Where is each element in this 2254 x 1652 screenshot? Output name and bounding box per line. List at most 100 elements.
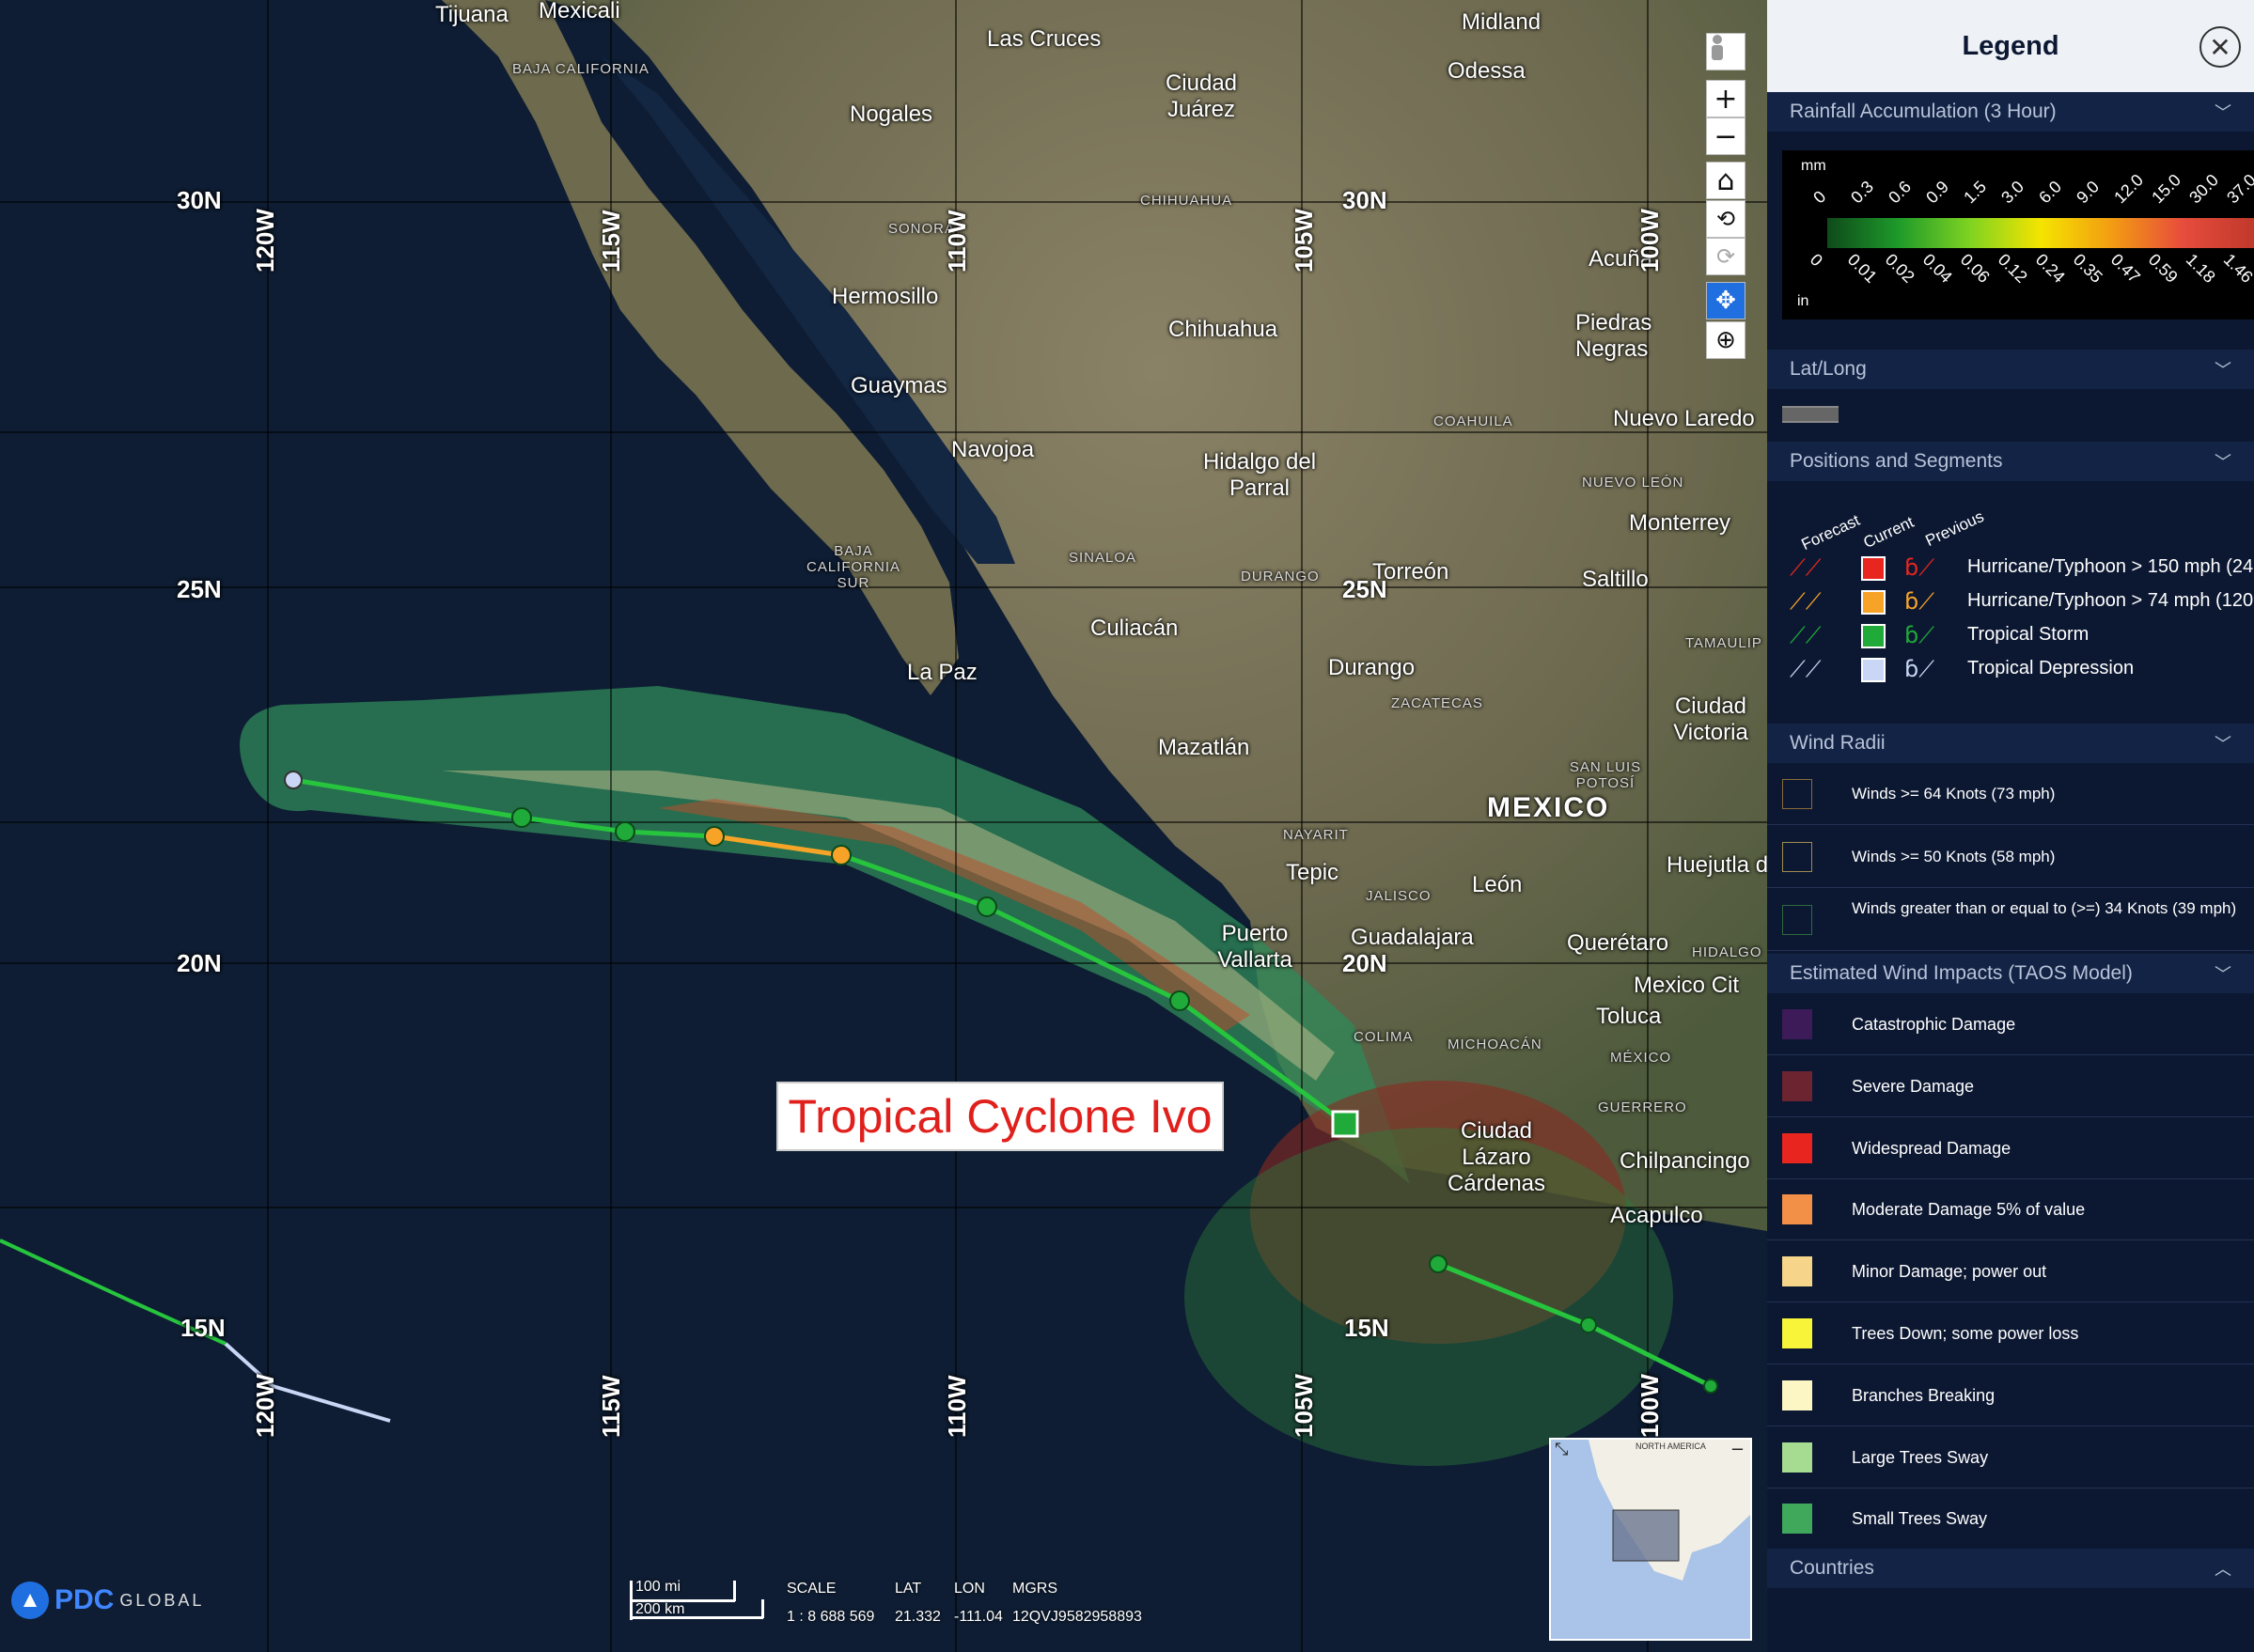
forecast-symbol-icon: ⟋⟋ bbox=[1790, 588, 1822, 615]
section-title: Wind Radii bbox=[1790, 732, 1886, 754]
scale-label: SCALE bbox=[787, 1581, 837, 1597]
lat-label: 15N bbox=[180, 1314, 226, 1342]
lon-label: 105W bbox=[1290, 209, 1318, 273]
street-view-icon[interactable] bbox=[1706, 33, 1745, 70]
mm-tick: 0.9 bbox=[1922, 177, 1952, 208]
zoom-box-button[interactable]: ⊕ bbox=[1706, 321, 1745, 359]
rainfall-scale: mm in 0 0.3 0.6 0.9 1.5 3.0 6.0 9.0 12.0 15.0 30.0… bbox=[1782, 150, 2254, 319]
wind-impact-label: Moderate Damage 5% of value bbox=[1852, 1200, 2086, 1220]
city-label: Monterrey bbox=[1629, 510, 1731, 536]
lat-label: 20N bbox=[1342, 949, 1387, 977]
position-marker[interactable] bbox=[704, 826, 725, 847]
wind-radii-row: Winds greater than or equal to (>=) 34 K… bbox=[1767, 889, 2254, 951]
rotate-right-button[interactable]: ⟳ bbox=[1706, 238, 1745, 275]
lon-value: -111.04 bbox=[954, 1609, 1003, 1625]
scale-mi: 100 mi bbox=[635, 1579, 681, 1595]
in-tick: 0.04 bbox=[1918, 250, 1956, 287]
position-marker[interactable] bbox=[1169, 990, 1190, 1011]
wind-impact-swatch bbox=[1782, 1194, 1812, 1225]
wind-impact-row: Small Trees Sway bbox=[1767, 1488, 2254, 1551]
pan-button[interactable]: ✥ bbox=[1706, 282, 1745, 319]
section-latlong[interactable]: Lat/Long ﹀ bbox=[1767, 350, 2254, 389]
previous-symbol-icon: ɓ⟋ bbox=[1904, 554, 1935, 581]
storm-name-label: Tropical Cyclone Ivo bbox=[776, 1082, 1224, 1151]
positions-header: Forecast bbox=[1798, 510, 1863, 554]
position-marker[interactable] bbox=[1429, 1255, 1448, 1273]
rotate-left-button[interactable]: ⟲ bbox=[1706, 200, 1745, 238]
home-button[interactable]: ⌂ bbox=[1706, 162, 1745, 199]
wind-impact-label: Trees Down; some power loss bbox=[1852, 1324, 2079, 1343]
positions-header: Previous bbox=[1922, 507, 1987, 551]
overview-minimap[interactable]: NORTH AMERICA ⤡ − bbox=[1549, 1438, 1752, 1641]
city-label: Ciudad Victoria bbox=[1673, 694, 1748, 745]
city-label: Ciudad Juárez bbox=[1165, 70, 1238, 122]
position-marker[interactable] bbox=[511, 807, 532, 828]
previous-symbol-icon: ɓ⟋ bbox=[1904, 622, 1935, 648]
wind-radii-swatch bbox=[1782, 905, 1812, 935]
mm-tick: 0.3 bbox=[1847, 177, 1877, 208]
forecast-symbol-icon: ⟋⟋ bbox=[1790, 656, 1822, 682]
section-positions[interactable]: Positions and Segments ﹀ bbox=[1767, 442, 2254, 481]
positions-row-label: Hurricane/Typhoon > 150 mph (24 bbox=[1967, 556, 2254, 577]
section-wind-impacts[interactable]: Estimated Wind Impacts (TAOS Model) ﹀ bbox=[1767, 954, 2254, 993]
wind-impact-label: Widespread Damage bbox=[1852, 1138, 2011, 1158]
position-marker[interactable] bbox=[615, 821, 635, 842]
mm-tick: 0.6 bbox=[1885, 177, 1915, 208]
section-rainfall[interactable]: Rainfall Accumulation (3 Hour) ﹀ bbox=[1767, 92, 2254, 132]
state-label: MÉXICO bbox=[1610, 1050, 1672, 1066]
close-icon[interactable]: ✕ bbox=[2199, 26, 2241, 68]
position-marker[interactable] bbox=[284, 771, 303, 789]
section-wind-radii[interactable]: Wind Radii ﹀ bbox=[1767, 724, 2254, 763]
wind-impact-row: Branches Breaking bbox=[1767, 1364, 2254, 1426]
wind-impact-row: Minor Damage; power out bbox=[1767, 1240, 2254, 1303]
forecast-symbol-icon: ⟋⟋ bbox=[1790, 622, 1822, 648]
wind-impact-row: Large Trees Sway bbox=[1767, 1426, 2254, 1488]
in-tick: 0.47 bbox=[2106, 250, 2144, 287]
lon-label: 120W bbox=[251, 1374, 279, 1438]
position-marker[interactable] bbox=[977, 896, 997, 917]
positions-row-label: Tropical Storm bbox=[1967, 624, 2090, 645]
wind-radii-row: Winds >= 64 Knots (73 mph) bbox=[1767, 763, 2254, 825]
zoom-in-button[interactable]: + bbox=[1706, 80, 1745, 117]
position-marker[interactable] bbox=[831, 845, 852, 865]
map-canvas[interactable]: Tijuana Mexicali Las Cruces Midland Odes… bbox=[0, 0, 1767, 1652]
city-label: Huejutla d bbox=[1667, 852, 1767, 878]
wind-impact-swatch bbox=[1782, 1318, 1812, 1348]
in-tick: 0.24 bbox=[2031, 250, 2069, 287]
position-marker[interactable] bbox=[1580, 1317, 1597, 1333]
city-label: León bbox=[1472, 872, 1523, 897]
city-label: Acapulco bbox=[1610, 1203, 1703, 1228]
logo-subtext: GLOBAL bbox=[119, 1590, 205, 1610]
position-marker[interactable] bbox=[1703, 1379, 1718, 1394]
city-label: Saltillo bbox=[1582, 567, 1649, 592]
wind-impact-label: Catastrophic Damage bbox=[1852, 1015, 2016, 1034]
current-position-marker[interactable] bbox=[1331, 1110, 1359, 1138]
section-title: Lat/Long bbox=[1790, 358, 1867, 380]
in-tick: 1.46 bbox=[2219, 250, 2254, 287]
lon-label: 100W bbox=[1636, 209, 1664, 273]
wind-impact-label: Small Trees Sway bbox=[1852, 1509, 1988, 1529]
city-label: Tepic bbox=[1286, 860, 1339, 885]
mm-tick: 1.5 bbox=[1960, 177, 1990, 208]
state-label: GUERRERO bbox=[1598, 1099, 1687, 1115]
lon-label: 115W bbox=[597, 1375, 625, 1439]
previous-symbol-icon: ɓ⟋ bbox=[1904, 656, 1935, 682]
in-tick: 0.35 bbox=[2069, 250, 2106, 287]
city-label: Guadalajara bbox=[1351, 925, 1474, 950]
lat-label: 30N bbox=[1342, 186, 1387, 214]
wind-impact-row: Severe Damage bbox=[1767, 1055, 2254, 1117]
wind-impact-row: Trees Down; some power loss bbox=[1767, 1302, 2254, 1364]
city-label: Mexicali bbox=[539, 0, 620, 23]
expand-icon[interactable]: ⤡ bbox=[1555, 1440, 1568, 1459]
legend-title: Legend bbox=[1962, 30, 2059, 61]
lat-label-footer: LAT bbox=[895, 1581, 922, 1597]
city-label: Tijuana bbox=[435, 2, 509, 27]
city-label: La Paz bbox=[907, 660, 978, 685]
section-countries[interactable]: Countries ︿ bbox=[1767, 1549, 2254, 1588]
wind-radii-swatch bbox=[1782, 842, 1812, 872]
unit-mm: mm bbox=[1801, 158, 1826, 174]
minimize-icon[interactable]: − bbox=[1730, 1440, 1745, 1459]
lat-label: 15N bbox=[1344, 1314, 1389, 1342]
zoom-out-button[interactable]: − bbox=[1706, 117, 1745, 155]
state-label: TAMAULIP bbox=[1685, 635, 1762, 651]
